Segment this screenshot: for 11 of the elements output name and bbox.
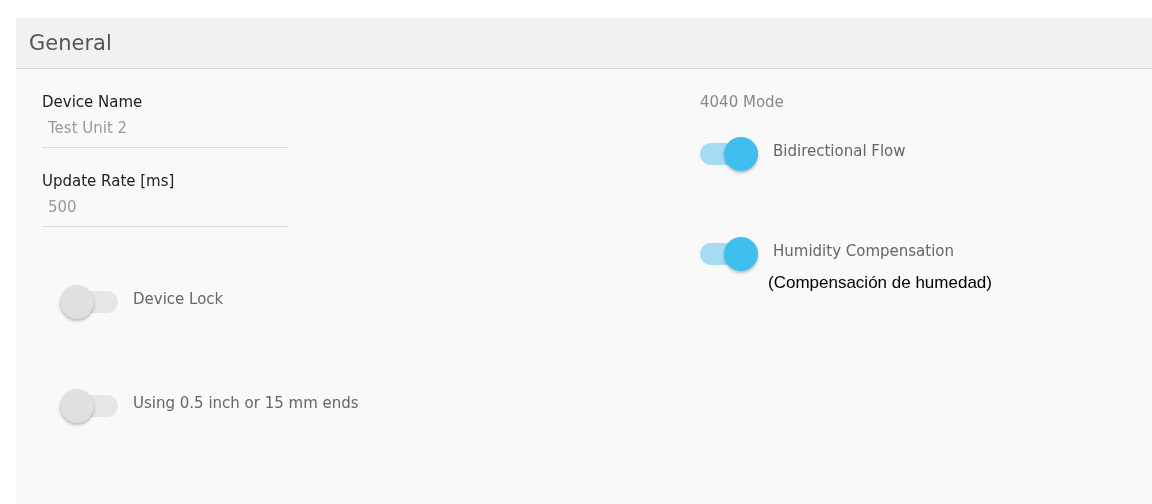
group-title: 4040 Mode [700, 92, 785, 113]
switch-label: Humidity Compensation [773, 242, 955, 260]
input-field[interactable]: 500 [42, 192, 288, 227]
translation-note: (Compensación de humedad) [768, 273, 992, 293]
switch-label: Bidirectional Flow [773, 142, 906, 160]
field-label: Device Name [42, 92, 144, 113]
switch-label: Device Lock [133, 290, 224, 308]
switch-label: Using 0.5 inch or 15 mm ends [133, 394, 359, 412]
field-label: Update Rate [ms] [42, 171, 176, 192]
input-field[interactable]: Test Unit 2 [42, 113, 288, 148]
section-title: General [29, 31, 112, 55]
